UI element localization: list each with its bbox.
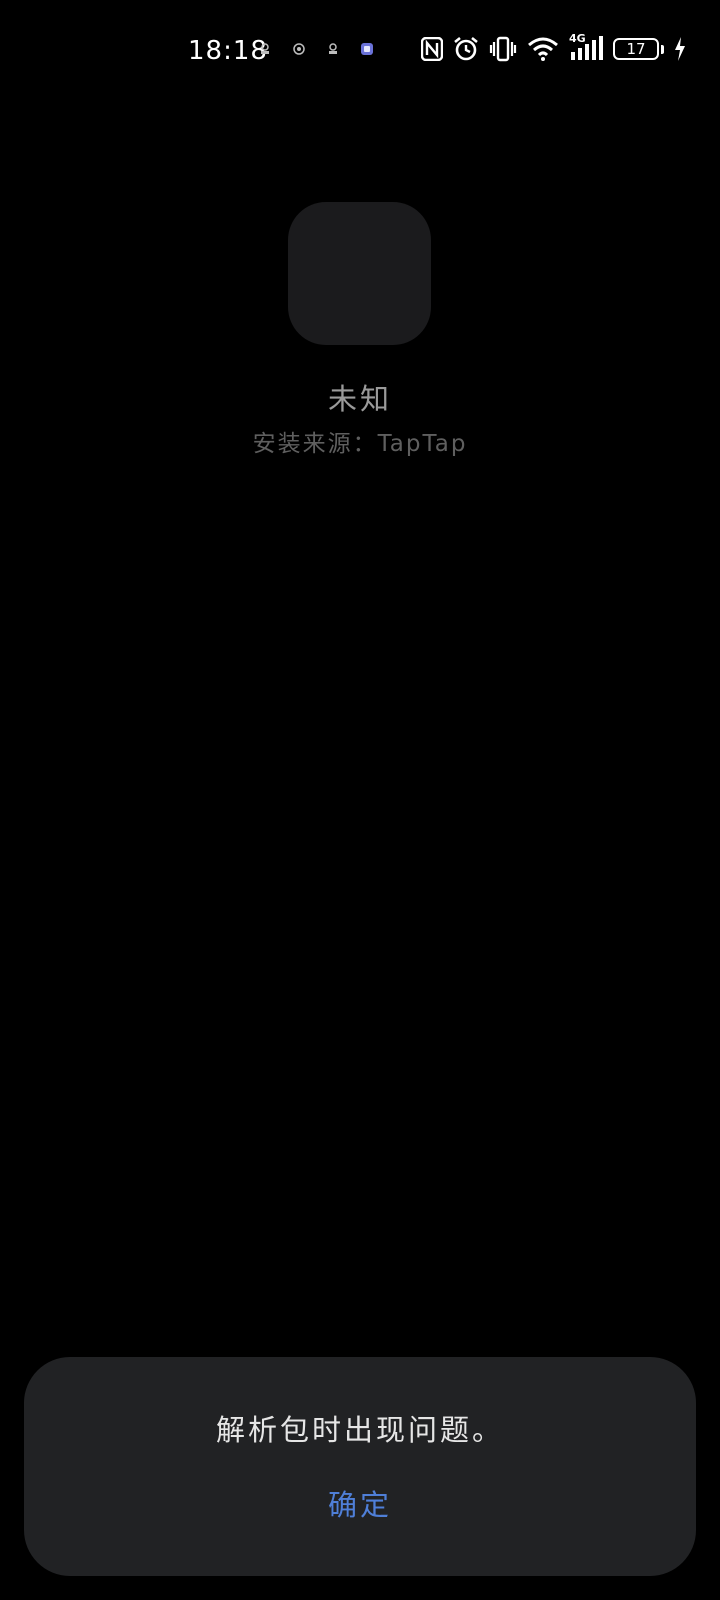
vibrate-icon — [489, 36, 517, 62]
error-dialog: 解析包时出现问题。 确定 — [24, 1357, 696, 1576]
battery-icon: 17 — [613, 38, 659, 60]
app-notification-icon — [261, 43, 269, 54]
status-bar: 18:18 4G 17 — [0, 0, 720, 100]
alarm-icon — [454, 36, 478, 61]
signal-icon: 4G — [569, 32, 603, 62]
charging-icon — [675, 37, 685, 61]
app-icon — [288, 202, 431, 345]
app-notification-icon — [361, 43, 373, 55]
status-time: 18:18 — [188, 36, 268, 66]
wifi-icon — [528, 37, 558, 61]
dialog-message: 解析包时出现问题。 — [215, 1413, 504, 1447]
app-notification-icon — [329, 43, 337, 54]
notification-icons — [258, 42, 374, 56]
battery-tip — [661, 44, 664, 54]
confirm-button[interactable]: 确定 — [300, 1475, 420, 1531]
app-name: 未知 — [327, 382, 392, 416]
signal-bars-icon — [571, 36, 603, 60]
install-source: 安装来源：TapTap — [252, 431, 468, 457]
nfc-icon — [421, 37, 443, 61]
app-notification-icon — [293, 43, 305, 55]
system-icons: 4G 17 — [421, 32, 686, 62]
battery-level: 17 — [626, 40, 646, 58]
